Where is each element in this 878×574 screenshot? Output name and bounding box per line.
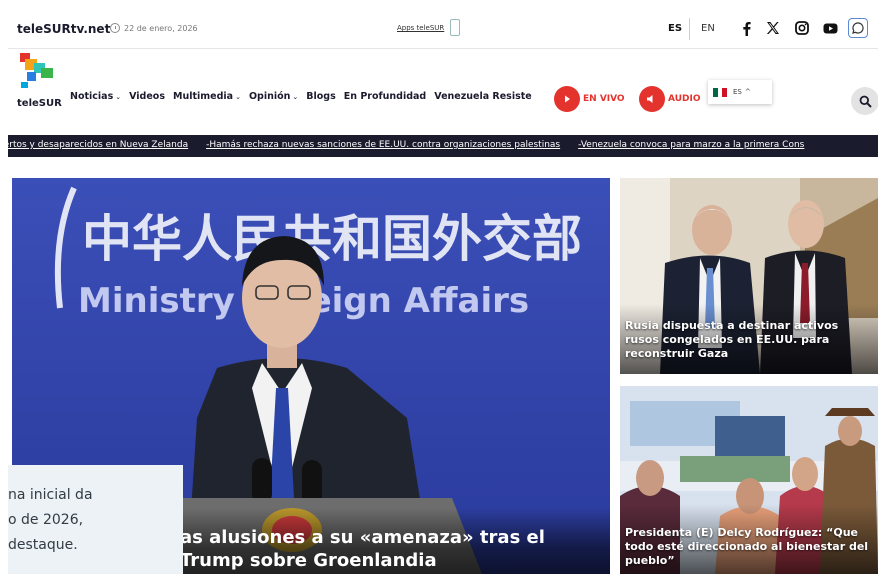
search-icon [859, 95, 872, 108]
nav-item-blogs[interactable]: Blogs [306, 91, 335, 102]
main-nav: Noticias ⌄ Videos Multimedia ⌄ Opinión ⌄ Bl… [70, 91, 540, 102]
x-icon[interactable] [765, 20, 781, 36]
audio-label: AUDIO [668, 94, 701, 104]
ticker-item[interactable]: -Hamás rechaza nuevas sanciones de EE.UU… [206, 140, 560, 150]
nav-label: Videos [129, 91, 165, 102]
overlay-caption-text: na inicial da o de 2026, destaque. [8, 487, 93, 553]
nav-item-venezuela-resiste[interactable]: Venezuela Resiste [434, 91, 532, 102]
nav-item-noticias[interactable]: Noticias ⌄ [70, 91, 121, 102]
nav-item-en-profundidad[interactable]: En Profundidad [344, 91, 426, 102]
backdrop-text-cn: 中华人民共和国外交部 [82, 210, 582, 268]
audio-button[interactable]: AUDIO [639, 86, 700, 112]
clock-icon [110, 23, 120, 33]
current-date: 22 de enero, 2026 [124, 24, 198, 33]
nav-label: En Profundidad [343, 91, 427, 102]
nav-label: Opinión [248, 91, 291, 102]
mexico-flag-icon [713, 87, 728, 97]
telesur-homepage: teleSURtv.net 22 de enero, 2026 Apps tel… [8, 10, 878, 574]
news-ticker: uertos y desaparecidos en Nueva Zelanda … [8, 135, 878, 157]
nav-item-opinion[interactable]: Opinión ⌄ [249, 91, 298, 102]
instagram-icon[interactable] [794, 20, 810, 36]
nav-label: Noticias [70, 91, 114, 102]
nav-item-multimedia[interactable]: Multimedia ⌄ [173, 91, 241, 102]
chevron-down-icon: ⌄ [235, 92, 241, 101]
chevron-down-icon: ⌄ [115, 92, 122, 101]
card-headline[interactable]: Rusia dispuesta a destinar activos rusos… [625, 319, 875, 361]
language-divider [689, 18, 690, 40]
overlay-caption-box: na inicial da o de 2026, destaque. [8, 465, 183, 574]
logo-wordmark: teleSUR [17, 98, 62, 109]
language-select[interactable]: ES ^ [708, 80, 772, 104]
facebook-icon[interactable] [739, 20, 753, 36]
youtube-icon[interactable] [822, 20, 838, 36]
apps-telesur-link[interactable]: Apps teleSUR [397, 24, 444, 32]
live-label: EN VIVO [583, 94, 625, 104]
card-headline[interactable]: Presidenta (E) Delcy Rodríguez: “Que tod… [625, 526, 875, 568]
language-en-link[interactable]: EN [701, 23, 715, 34]
site-name-link[interactable]: teleSURtv.net [17, 22, 110, 36]
language-es-link[interactable]: ES [668, 23, 682, 34]
play-icon [554, 86, 580, 112]
top-utility-bar: teleSURtv.net 22 de enero, 2026 Apps tel… [8, 10, 878, 49]
nav-item-videos[interactable]: Videos [129, 91, 165, 102]
speaker-icon [639, 86, 665, 112]
search-button[interactable] [851, 87, 878, 115]
phone-icon[interactable] [450, 19, 460, 36]
live-button[interactable]: EN VIVO [554, 86, 625, 112]
ticker-item[interactable]: -Venezuela convoca para marzo a la prime… [578, 140, 804, 150]
nav-label: Venezuela Resiste [434, 91, 532, 102]
page-top-margin [0, 0, 878, 10]
story-card[interactable]: Presidenta (E) Delcy Rodríguez: “Que tod… [620, 386, 878, 574]
ticker-item[interactable]: uertos y desaparecidos en Nueva Zelanda [8, 140, 188, 150]
hero-headline[interactable]: as alusiones a su «amenaza» tras el Trum… [180, 526, 600, 572]
language-select-value: ES [733, 88, 742, 96]
story-card[interactable]: Rusia dispuesta a destinar activos rusos… [620, 178, 878, 374]
whatsapp-icon[interactable] [848, 18, 868, 38]
chevron-down-icon: ⌄ [292, 92, 299, 101]
chevron-up-icon: ^ [744, 88, 751, 96]
ticker-track: uertos y desaparecidos en Nueva Zelanda … [8, 140, 822, 150]
nav-label: Multimedia [172, 91, 234, 102]
nav-label: Blogs [306, 91, 336, 102]
